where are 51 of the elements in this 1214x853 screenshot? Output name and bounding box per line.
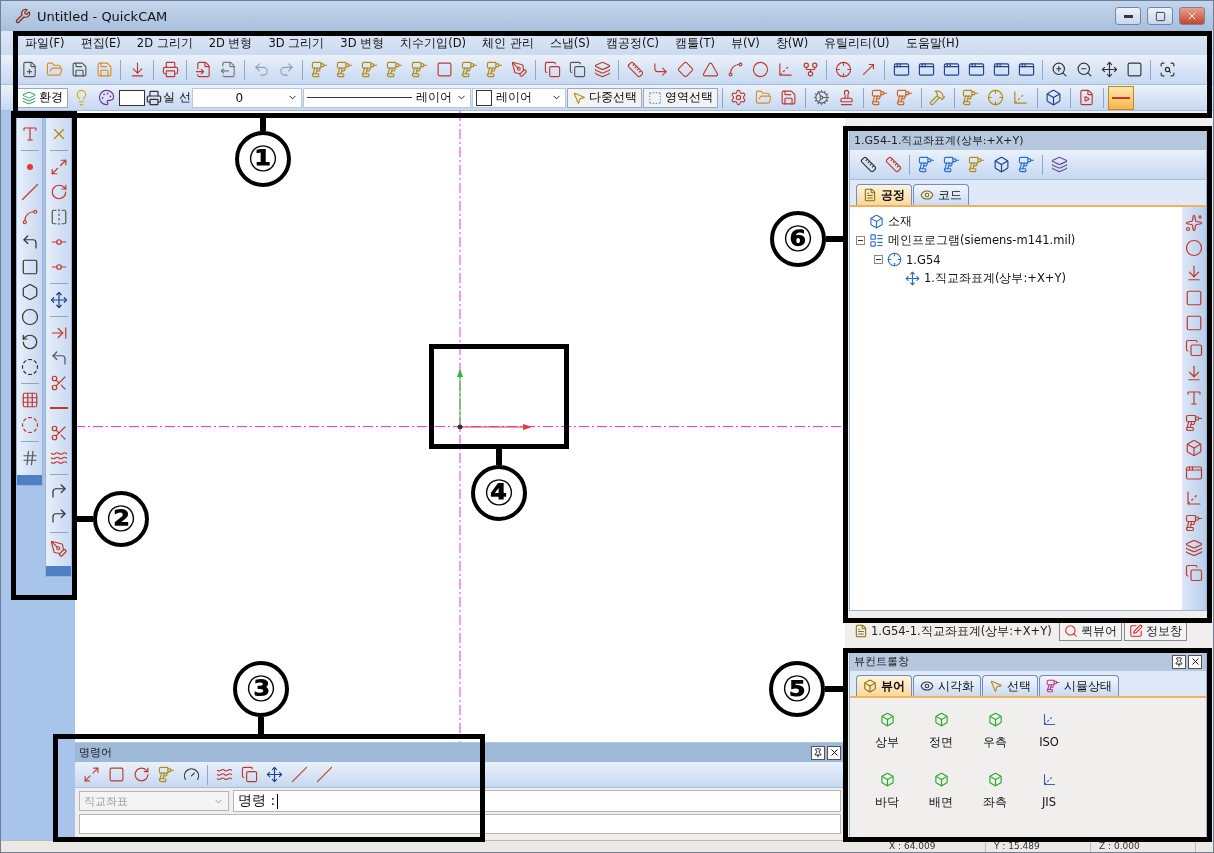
line-width-dropdown[interactable]: 0 — [191, 87, 302, 108]
menu-item[interactable]: 스냅(S) — [541, 33, 598, 53]
menu-item[interactable]: 2D 변형 — [200, 33, 261, 53]
menu-item[interactable]: 치수기입(D) — [392, 33, 474, 53]
view-button[interactable]: 상부 — [860, 712, 914, 750]
view-button[interactable]: 우측 — [968, 712, 1022, 750]
menu-item[interactable]: 유틸리티(U) — [816, 33, 898, 53]
dock-tab[interactable]: 정보창 — [1123, 621, 1187, 641]
menu-item[interactable]: 뷰(V) — [722, 33, 768, 53]
panel-title: 뷰컨트롤창 — [854, 654, 910, 669]
menu-item[interactable]: 편집(E) — [72, 33, 129, 53]
view-button[interactable]: 좌측 — [968, 772, 1022, 810]
menu-item[interactable]: 2D 그리기 — [128, 33, 201, 53]
menu-item[interactable]: 도움말(H) — [897, 33, 968, 53]
command-input[interactable]: 명령 : — [233, 790, 841, 812]
tree-item[interactable]: 소재 — [888, 214, 912, 229]
panel-title: 명령어 — [79, 745, 113, 760]
window-title: Untitled - QuickCAM — [37, 8, 169, 24]
panel-tab[interactable]: 시각화 — [913, 675, 981, 696]
status-coordinate: X : 64.009 — [881, 841, 986, 852]
view-button[interactable]: JIS — [1022, 772, 1076, 810]
menu-item[interactable]: 캠공정(C) — [597, 33, 667, 53]
view-button[interactable]: 정면 — [914, 712, 968, 750]
menu-item[interactable]: 창(W) — [767, 33, 817, 53]
panel-tab[interactable]: 뷰어 — [856, 675, 912, 696]
menu-item[interactable]: 체인 관리 — [474, 33, 542, 53]
panel-tab[interactable]: 코드 — [913, 184, 969, 205]
view-button[interactable]: 바닥 — [860, 772, 914, 810]
panel-tab[interactable]: 공정 — [856, 184, 912, 205]
line-type-label: 실 선 — [163, 89, 191, 106]
view-button[interactable]: ISO — [1022, 712, 1076, 750]
area-select-button[interactable]: 영역선택 — [642, 87, 718, 108]
tree-item[interactable]: 1.G54 — [906, 252, 941, 267]
dock-tab[interactable]: 퀵뷰어 — [1058, 621, 1122, 641]
environment-button[interactable]: 환경 — [17, 87, 68, 108]
panel-tab[interactable]: 선택 — [982, 675, 1038, 696]
line-style-dropdown[interactable]: 레이어 — [302, 87, 471, 108]
menu-item[interactable]: 3D 변형 — [332, 33, 393, 53]
color-dropdown[interactable]: 레이어 — [471, 87, 566, 108]
view-button[interactable]: 배면 — [914, 772, 968, 810]
menu-item[interactable]: 3D 그리기 — [260, 33, 333, 53]
tree-item[interactable]: 메인프로그램(siemens-m141.mil) — [888, 233, 1076, 248]
menu-item[interactable]: 파일(F) — [17, 33, 73, 53]
panel-tab[interactable]: 시뮬상태 — [1039, 675, 1119, 696]
status-coordinate: Z : 0.000 — [1091, 841, 1196, 852]
status-coordinate: Y : 15.489 — [986, 841, 1091, 852]
tree-item[interactable]: 1.직교좌표계(상부:+X+Y) — [924, 271, 1066, 286]
menu-item[interactable]: 캠툴(T) — [666, 33, 723, 53]
multi-select-button[interactable]: 다중선택 — [566, 87, 642, 108]
panel-title: 1.G54-1.직교좌표계(상부:+X+Y) — [854, 133, 1025, 148]
dock-tab[interactable]: 1.G54-1.직교좌표계(상부:+X+Y) — [849, 621, 1057, 641]
